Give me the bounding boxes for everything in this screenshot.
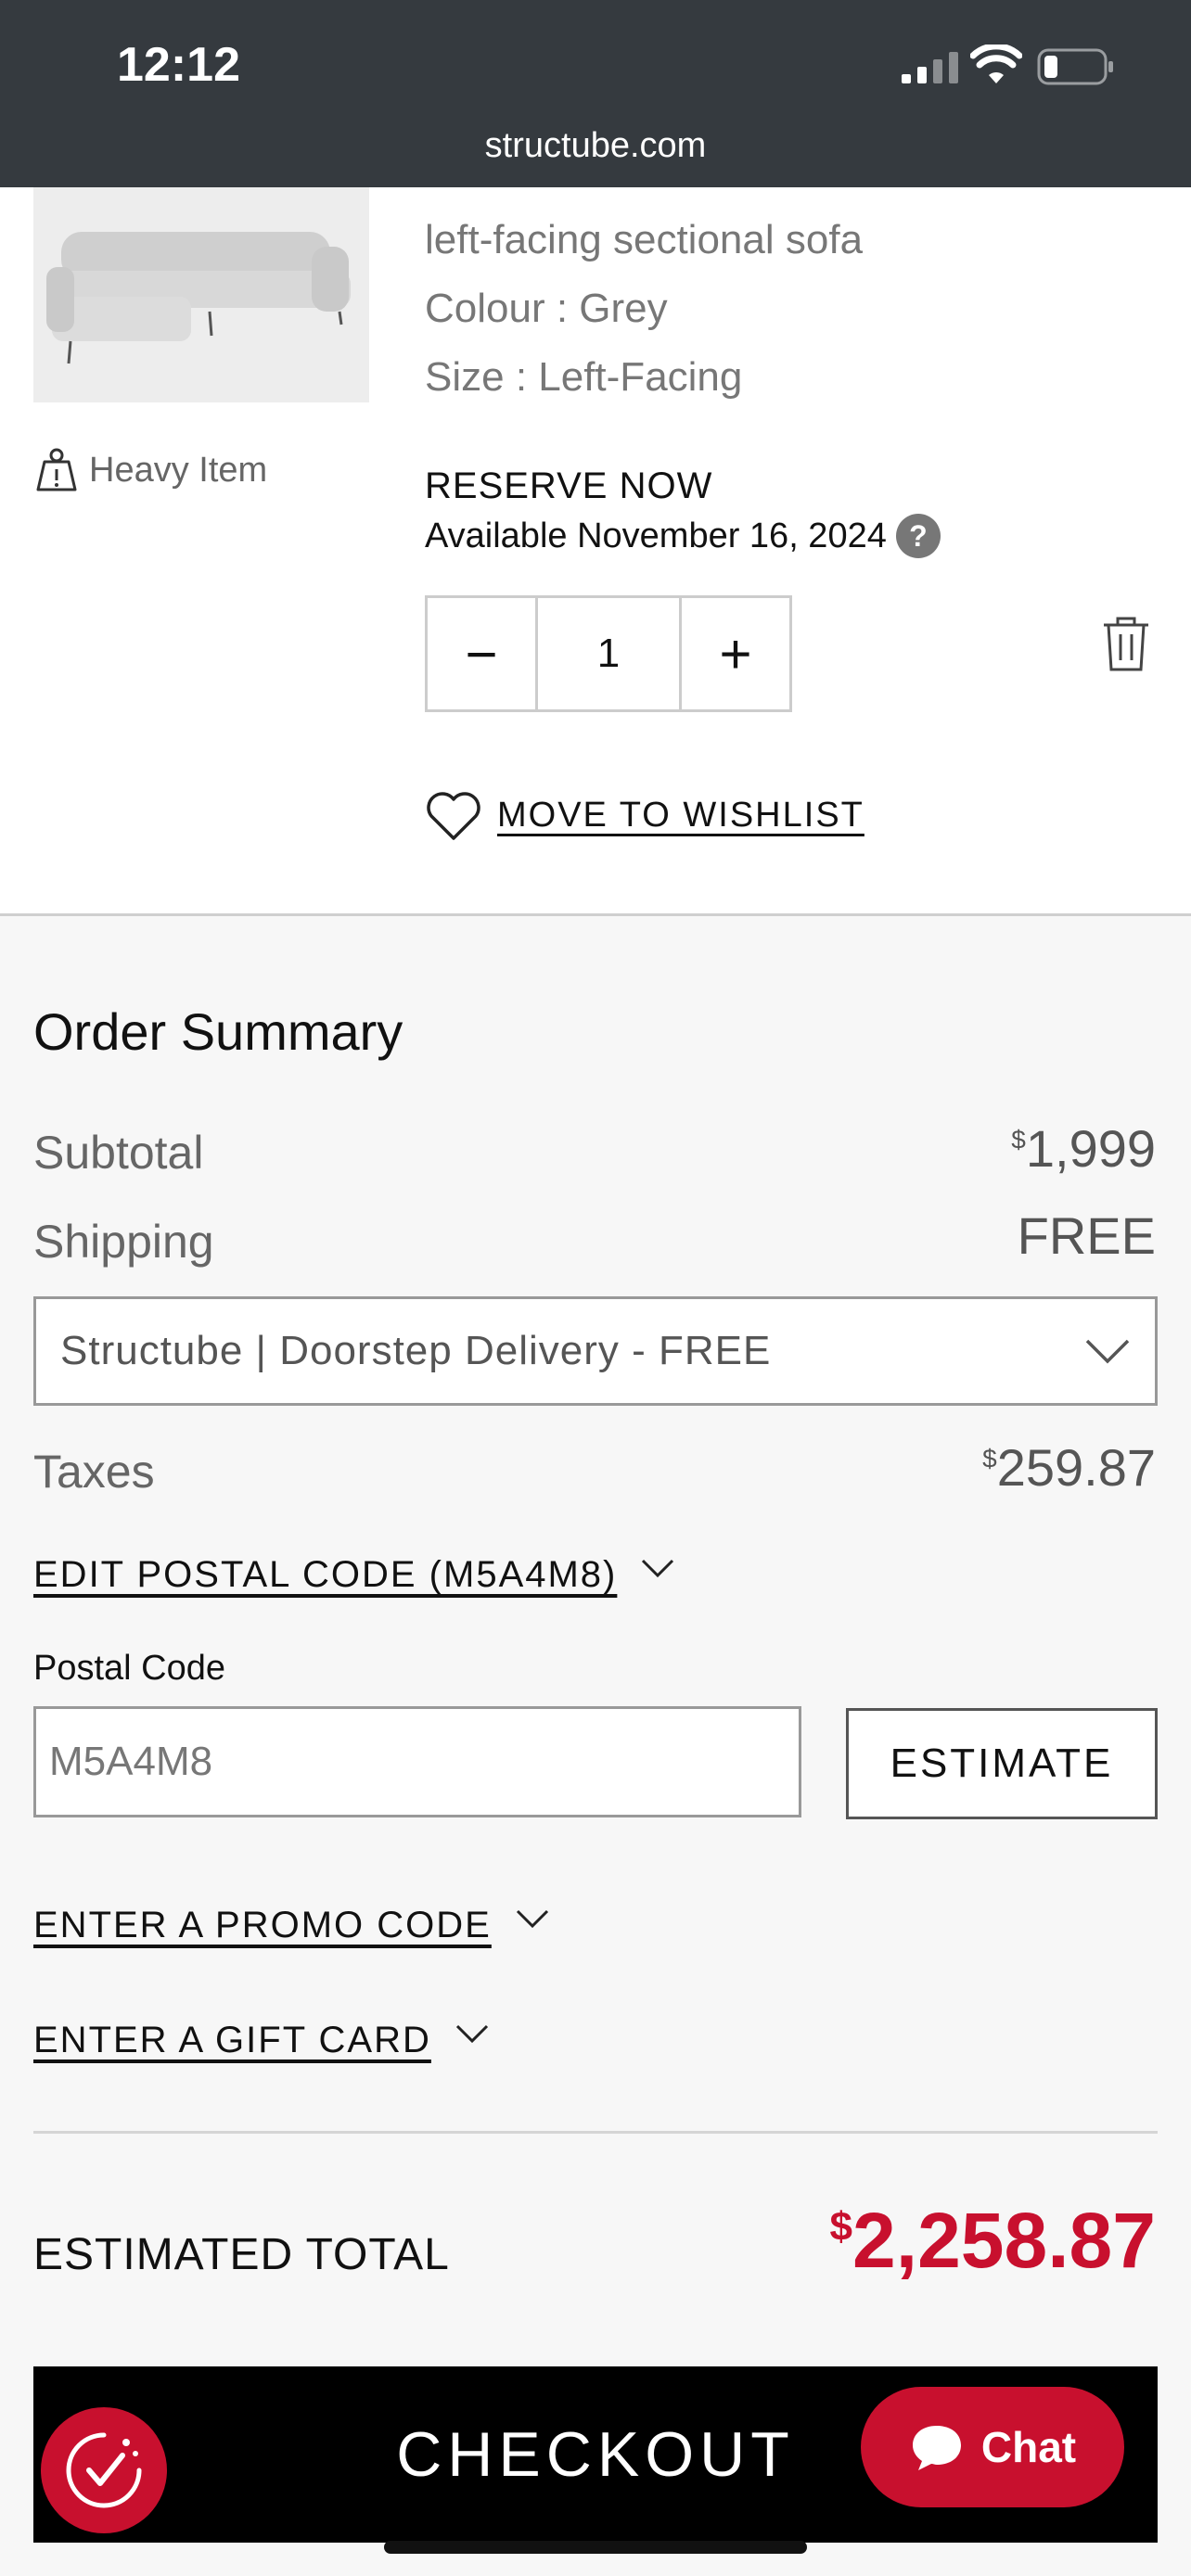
- chat-button[interactable]: Chat: [861, 2387, 1124, 2507]
- currency-symbol: $: [829, 2204, 853, 2250]
- check-badge-icon: [66, 2432, 142, 2508]
- order-summary-title: Order Summary: [33, 1002, 403, 1061]
- taxes-value: $259.87: [982, 1437, 1156, 1498]
- product-size: Size : Left-Facing: [425, 354, 743, 400]
- quantity-stepper: − 1 +: [425, 595, 792, 712]
- estimated-total-amount: 2,258.87: [852, 2197, 1156, 2284]
- estimated-total-value: $2,258.87: [830, 2196, 1156, 2286]
- cart-item: Heavy Item left-facing sectional sofa Co…: [0, 187, 1191, 916]
- chevron-down-icon: [1085, 1339, 1130, 1364]
- wishlist-label: MOVE TO WISHLIST: [497, 795, 864, 835]
- status-time: 12:12: [117, 38, 240, 92]
- availability: Available November 16, 2024 ?: [425, 514, 941, 558]
- currency-symbol: $: [982, 1444, 997, 1473]
- quantity-value[interactable]: 1: [535, 598, 682, 709]
- edit-postal-code-label: EDIT POSTAL CODE (M5A4M8): [33, 1554, 618, 1595]
- postal-code-label: Postal Code: [33, 1649, 226, 1688]
- decrease-quantity-button[interactable]: −: [428, 598, 535, 709]
- reserve-now-label: RESERVE NOW: [425, 465, 713, 506]
- heavy-item-notice: Heavy Item: [35, 447, 267, 493]
- edit-postal-code-toggle[interactable]: EDIT POSTAL CODE (M5A4M8): [33, 1554, 674, 1596]
- product-name: left-facing sectional sofa: [425, 217, 864, 262]
- move-to-wishlist-link[interactable]: MOVE TO WISHLIST: [425, 788, 864, 842]
- sofa-illustration: [33, 187, 369, 402]
- gift-card-toggle[interactable]: ENTER A GIFT CARD: [33, 2020, 489, 2061]
- battery-icon: [1037, 48, 1113, 85]
- product-colour: Colour : Grey: [425, 286, 668, 331]
- shipping-label: Shipping: [33, 1216, 214, 1268]
- taxes-label: Taxes: [33, 1446, 155, 1498]
- subtotal-amount: 1,999: [1025, 1119, 1156, 1178]
- home-indicator: [384, 2541, 807, 2554]
- divider: [33, 2131, 1158, 2134]
- availability-text: Available November 16, 2024: [425, 516, 887, 555]
- postal-code-input[interactable]: M5A4M8: [33, 1706, 801, 1817]
- shipping-value: FREE: [1017, 1206, 1156, 1265]
- chevron-down-icon: [642, 1559, 674, 1578]
- heart-icon: [427, 792, 480, 840]
- help-icon[interactable]: ?: [895, 514, 941, 558]
- subtotal-value: $1,999: [1011, 1118, 1156, 1179]
- product-image[interactable]: [33, 187, 369, 402]
- chevron-down-icon: [516, 1909, 548, 1929]
- heavy-item-label: Heavy Item: [89, 450, 268, 490]
- chat-label: Chat: [980, 2423, 1077, 2471]
- trash-icon[interactable]: [1100, 614, 1152, 673]
- subtotal-label: Subtotal: [33, 1127, 204, 1179]
- chat-bubble-icon: [912, 2426, 961, 2470]
- gift-card-label: ENTER A GIFT CARD: [33, 2020, 431, 2060]
- taxes-amount: 259.87: [996, 1438, 1156, 1497]
- chevron-down-icon: [455, 2024, 488, 2044]
- url-bar[interactable]: structube.com: [0, 126, 1191, 166]
- promo-code-toggle[interactable]: ENTER A PROMO CODE: [33, 1905, 549, 1946]
- delivery-method-select[interactable]: Structube | Doorstep Delivery - FREE: [33, 1296, 1158, 1406]
- status-bar: 12:12 structube.com: [0, 0, 1191, 187]
- accessibility-badge[interactable]: [41, 2407, 167, 2533]
- promo-code-label: ENTER A PROMO CODE: [33, 1905, 492, 1945]
- currency-symbol: $: [1011, 1125, 1026, 1154]
- cellular-signal-icon: [902, 52, 958, 83]
- estimated-total-label: ESTIMATED TOTAL: [33, 2230, 450, 2279]
- weight-icon: [36, 448, 77, 491]
- estimate-button[interactable]: ESTIMATE: [846, 1708, 1158, 1819]
- wifi-icon: [970, 45, 1022, 83]
- increase-quantity-button[interactable]: +: [682, 598, 789, 709]
- delivery-method-value: Structube | Doorstep Delivery - FREE: [60, 1328, 772, 1373]
